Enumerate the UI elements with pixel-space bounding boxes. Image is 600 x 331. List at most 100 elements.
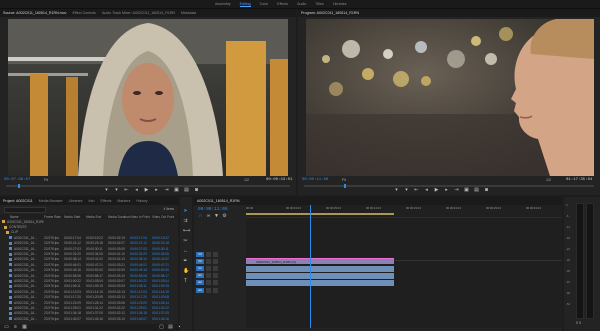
settings-icon[interactable]: ⚙ (222, 214, 227, 219)
slip-tool-icon[interactable]: ↔ (183, 249, 188, 254)
timeline-timecode[interactable]: 00:00:11:06 (198, 207, 228, 212)
hand-tool-icon[interactable]: ✋ (183, 269, 189, 274)
step-back-icon[interactable]: ◂ (134, 188, 139, 193)
track-header[interactable]: A3 (196, 287, 244, 293)
workspace-tab-color[interactable]: Color (260, 2, 269, 6)
eye-icon[interactable] (213, 251, 218, 257)
extract-icon[interactable]: ▤ (474, 188, 479, 193)
source-fit-dropdown[interactable]: Fit (44, 178, 48, 182)
table-row[interactable]: A002C011_16... 23.976 fps 00:01:40:07 00:01… (0, 316, 178, 321)
mute-icon[interactable] (213, 287, 218, 293)
project-tab-1[interactable]: Media Browser (39, 199, 63, 203)
source-scrubber[interactable] (6, 184, 290, 188)
track-target-toggle[interactable]: A1 (196, 273, 204, 279)
timeline-playhead[interactable] (310, 205, 311, 328)
source-ratio-dropdown[interactable]: 1/2 (244, 178, 249, 182)
source-tab-3[interactable]: Metadata (181, 11, 196, 15)
project-tab-4[interactable]: Effects (100, 199, 111, 203)
search-input[interactable] (4, 207, 46, 213)
overwrite-icon[interactable]: ▤ (184, 188, 189, 193)
meter-solo-buttons[interactable]: S S (576, 321, 581, 325)
column-header[interactable]: Media End (86, 215, 108, 219)
snap-icon[interactable]: ∩ (198, 214, 203, 219)
workspace-tab-libraries[interactable]: Libraries (333, 2, 347, 6)
column-header[interactable]: Video In Point (130, 215, 152, 219)
program-timecode[interactable]: 00:00:11:06 (302, 178, 328, 182)
export-frame-icon[interactable]: ◙ (194, 188, 199, 193)
program-fit-dropdown[interactable]: Fit (342, 178, 346, 182)
column-header[interactable]: Media Duration (108, 215, 130, 219)
column-header[interactable]: Video Out Point (152, 215, 174, 219)
project-tab-6[interactable]: History (136, 199, 147, 203)
track-header[interactable]: V1 (196, 265, 244, 271)
eye-icon[interactable] (213, 265, 218, 271)
track-header[interactable]: A1 (196, 273, 244, 279)
mark-in-icon[interactable]: ▾ (104, 188, 109, 193)
mark-out-icon[interactable]: ▾ (404, 188, 409, 193)
play-icon[interactable]: ▶ (144, 188, 149, 193)
workspace-tab-effects[interactable]: Effects (277, 2, 288, 6)
lock-icon[interactable]: ▭ (4, 325, 9, 330)
audio-clip-a3[interactable] (246, 280, 394, 286)
play-icon[interactable]: ▶ (434, 188, 439, 193)
program-scrubber[interactable] (304, 184, 594, 188)
mark-in-icon[interactable]: ▾ (394, 188, 399, 193)
razor-tool-icon[interactable]: ✂ (183, 239, 188, 244)
track-lock-icon[interactable] (206, 287, 211, 293)
track-lock-icon[interactable] (206, 273, 211, 279)
go-to-out-icon[interactable]: ⇥ (164, 188, 169, 193)
list-view-icon[interactable]: ≡ (13, 325, 18, 330)
track-select-icon[interactable]: ⇉ (183, 219, 188, 224)
project-tab-2[interactable]: Libraries (69, 199, 83, 203)
icon-view-icon[interactable]: ▦ (22, 325, 27, 330)
track-target-toggle[interactable]: A3 (196, 287, 204, 293)
go-to-out-icon[interactable]: ⇥ (454, 188, 459, 193)
pen-tool-icon[interactable]: ✒ (183, 259, 188, 264)
column-header[interactable]: Media Start (64, 215, 86, 219)
mute-icon[interactable] (213, 280, 218, 286)
insert-icon[interactable]: ▣ (174, 188, 179, 193)
type-tool-icon[interactable]: T (183, 279, 188, 284)
source-tab-2[interactable]: Audio Track Mixer: A002C011_160514_R1RN (102, 11, 175, 15)
export-frame-icon[interactable]: ◙ (484, 188, 489, 193)
track-lock-icon[interactable] (206, 251, 211, 257)
audio-clip-a1[interactable] (246, 266, 394, 272)
new-bin-icon[interactable]: ▢ (159, 325, 164, 330)
go-to-in-icon[interactable]: ⇤ (124, 188, 129, 193)
program-ratio-dropdown[interactable]: 1/2 (546, 178, 551, 182)
new-item-icon[interactable]: ▤ (168, 325, 173, 330)
source-tab-0[interactable]: Source: A002C011_160514_R1RN.mov (3, 11, 66, 15)
go-to-in-icon[interactable]: ⇤ (414, 188, 419, 193)
video-clip[interactable]: A002C011_160514_R1RN [V] (246, 258, 394, 264)
selection-tool-icon[interactable]: ➤ (183, 209, 188, 214)
track-lock-icon[interactable] (206, 265, 211, 271)
ripple-edit-icon[interactable]: ⟷ (183, 229, 190, 234)
column-header[interactable]: Frame Rate (44, 215, 64, 219)
program-playhead[interactable] (344, 184, 346, 188)
workspace-tab-assembly[interactable]: Assembly (215, 2, 231, 6)
lift-icon[interactable]: ▣ (464, 188, 469, 193)
work-area-bar[interactable] (246, 213, 394, 215)
tab-program[interactable]: Program: A002C011_160514_R1RN (301, 11, 359, 15)
step-forward-icon[interactable]: ▸ (444, 188, 449, 193)
source-playhead[interactable] (18, 184, 20, 188)
track-lock-icon[interactable] (206, 280, 211, 286)
step-forward-icon[interactable]: ▸ (154, 188, 159, 193)
track-header[interactable]: V2 (196, 258, 244, 264)
timeline-ruler[interactable]: 00:00 00:00:04:23 00:00:09:23 00:00:14:23 00… (246, 205, 562, 218)
tab-sequence[interactable]: A002C011_160514_R1RN (197, 199, 240, 203)
workspace-tab-titles[interactable]: Titles (315, 2, 323, 6)
source-tab-1[interactable]: Effect Controls (72, 11, 96, 15)
mark-out-icon[interactable]: ▾ (114, 188, 119, 193)
column-header[interactable]: Name (0, 215, 44, 219)
track-target-toggle[interactable]: A2 (196, 280, 204, 286)
source-timecode[interactable]: 00:07:38:07 (4, 178, 30, 182)
workspace-tab-audio[interactable]: Audio (297, 2, 306, 6)
project-tab-5[interactable]: Markers (117, 199, 130, 203)
linked-selection-icon[interactable]: ∞ (206, 214, 211, 219)
mute-icon[interactable] (213, 273, 218, 279)
step-back-icon[interactable]: ◂ (424, 188, 429, 193)
audio-clip-a2[interactable] (246, 273, 394, 279)
track-target-toggle[interactable]: V3 (196, 251, 204, 257)
track-lock-icon[interactable] (206, 258, 211, 264)
